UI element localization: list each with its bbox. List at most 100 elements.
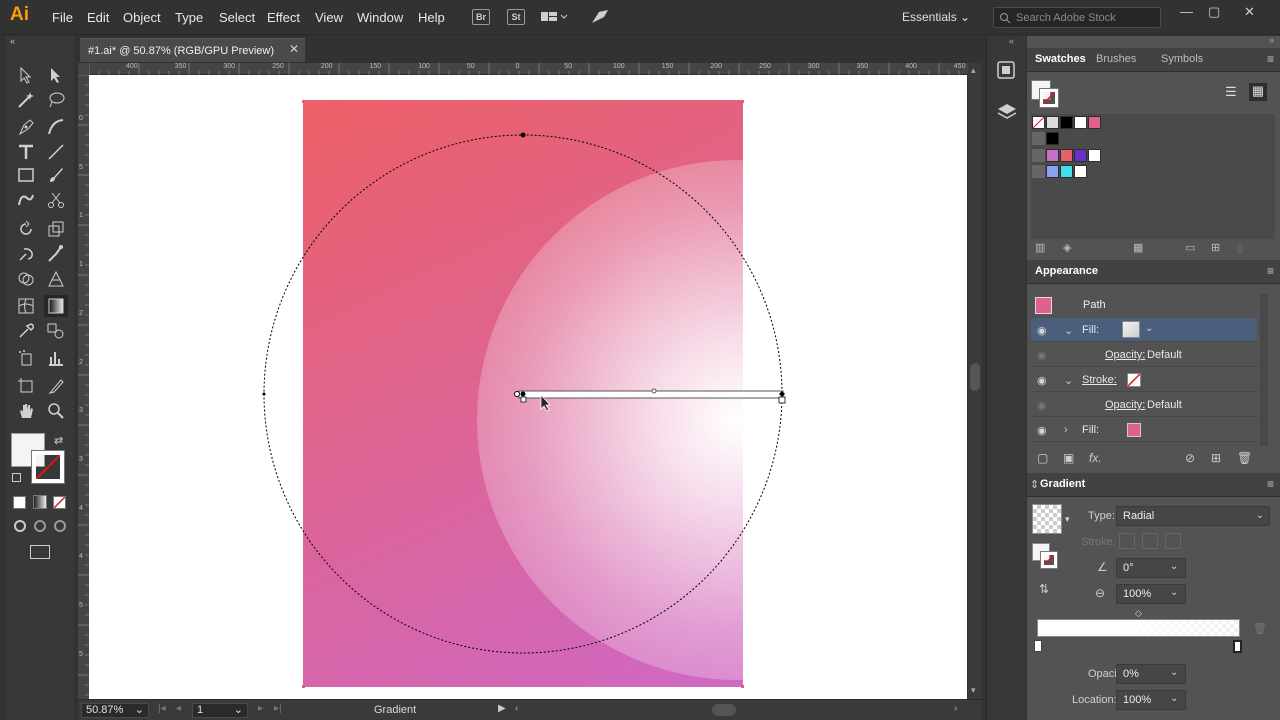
magic-wand-tool-icon[interactable] — [14, 89, 38, 111]
swatch-folder-icon[interactable] — [1032, 165, 1045, 178]
mesh-tool-icon[interactable] — [14, 295, 38, 317]
search-adobe-stock-input[interactable]: Search Adobe Stock — [993, 7, 1161, 28]
reverse-gradient-icon[interactable]: ⇅ — [1039, 582, 1049, 596]
libraries-icon[interactable] — [995, 58, 1019, 82]
chevron-down-icon[interactable]: ⌄ — [1145, 323, 1153, 334]
visibility-eye-icon[interactable]: ◉ — [1037, 374, 1047, 387]
swatch-periwinkle[interactable] — [1046, 165, 1059, 178]
delete-swatch-icon[interactable]: ▯ — [1237, 241, 1243, 254]
chevron-right-icon[interactable]: › — [1064, 424, 1068, 436]
next-artboard-icon[interactable]: ▸ — [258, 703, 263, 714]
curvature-tool-icon[interactable] — [44, 116, 68, 138]
gradient-annotator[interactable] — [89, 75, 967, 699]
horizontal-scroll-thumb[interactable] — [712, 704, 736, 716]
new-swatch-icon[interactable]: ⊞ — [1211, 241, 1220, 254]
vertical-ruler[interactable]: 0511223344556 — [78, 75, 89, 706]
arrange-documents-icon[interactable] — [540, 9, 568, 25]
menu-window[interactable]: Window — [357, 10, 403, 25]
slice-tool-icon[interactable] — [44, 375, 68, 397]
color-mode-icon[interactable] — [13, 496, 26, 509]
swatch-white-3[interactable] — [1074, 165, 1087, 178]
warp-tool-icon[interactable] — [14, 243, 38, 265]
puppet-warp-tool-icon[interactable] — [44, 243, 68, 265]
status-menu-arrow-icon[interactable]: ▶ — [498, 703, 506, 714]
duplicate-item-icon[interactable]: ⊞ — [1211, 451, 1221, 465]
tab-appearance[interactable]: Appearance — [1035, 265, 1098, 277]
symbol-sprayer-tool-icon[interactable] — [14, 347, 38, 369]
collapse-left-icon[interactable]: « — [10, 36, 15, 46]
chevron-down-icon[interactable]: ⌄ — [1064, 324, 1073, 337]
rectangle-tool-icon[interactable] — [14, 164, 38, 186]
collapse-right-icon[interactable]: « — [1009, 36, 1014, 46]
swatch-folder-icon[interactable] — [1032, 132, 1045, 145]
close-document-icon[interactable]: ✕ — [289, 42, 299, 56]
draw-inside-icon[interactable] — [54, 520, 66, 532]
first-artboard-icon[interactable]: |◂ — [158, 703, 166, 714]
stroke-color-swatch[interactable] — [31, 450, 65, 484]
delete-item-icon[interactable]: 🗑 — [1237, 451, 1252, 465]
vertical-scrollbar[interactable]: ▴ ▾ — [968, 63, 982, 699]
clear-appearance-icon[interactable]: ⊘ — [1185, 451, 1195, 465]
minimize-button[interactable]: — — [1180, 4, 1193, 19]
screen-mode-icon[interactable] — [30, 545, 50, 559]
opacity-label[interactable]: Opacity: — [1105, 349, 1145, 361]
gradient-preview-swatch[interactable] — [1032, 504, 1062, 534]
swatch-black[interactable] — [1060, 116, 1073, 129]
swatch-purple[interactable] — [1074, 149, 1087, 162]
scroll-up-icon[interactable]: ▴ — [971, 65, 976, 76]
gradient-mode-icon[interactable] — [33, 495, 47, 509]
fill-color-chip[interactable] — [1127, 423, 1141, 437]
scroll-right-icon[interactable]: › — [954, 703, 957, 714]
draw-behind-icon[interactable] — [34, 520, 46, 532]
tab-swatches[interactable]: Swatches — [1035, 53, 1086, 65]
menu-effect[interactable]: Effect — [267, 10, 300, 25]
gradient-stop-right[interactable] — [1233, 640, 1242, 653]
appearance-scrollbar[interactable] — [1260, 294, 1268, 446]
scale-tool-icon[interactable] — [44, 218, 68, 240]
chevron-down-icon[interactable]: ⌄ — [1170, 667, 1178, 678]
gradient-ramp[interactable] — [1037, 619, 1240, 637]
rotate-tool-icon[interactable] — [14, 218, 38, 240]
gradient-midpoint-diamond[interactable]: ◇ — [1135, 608, 1142, 619]
appearance-fill-row-2[interactable]: ◉ › Fill: — [1031, 418, 1257, 442]
shape-builder-tool-icon[interactable] — [14, 268, 38, 290]
stroke-along-icon[interactable] — [1142, 533, 1158, 549]
lasso-tool-icon[interactable] — [44, 89, 68, 111]
menu-object[interactable]: Object — [123, 10, 161, 25]
perspective-grid-tool-icon[interactable] — [44, 268, 68, 290]
previous-artboard-icon[interactable]: ◂ — [176, 703, 181, 714]
scroll-left-icon[interactable]: ‹ — [515, 703, 518, 714]
gradient-menu-icon[interactable]: ≡ — [1267, 477, 1274, 491]
menu-select[interactable]: Select — [219, 10, 255, 25]
delete-stop-icon[interactable]: 🗑 — [1253, 622, 1267, 635]
bridge-button[interactable]: Br — [472, 9, 490, 25]
last-artboard-icon[interactable]: ▸| — [274, 703, 282, 714]
add-effect-icon[interactable]: fx. — [1089, 451, 1102, 465]
gradient-stop-left[interactable] — [1034, 640, 1042, 652]
paintbrush-tool-icon[interactable] — [44, 164, 68, 186]
selection-tool-icon[interactable] — [14, 64, 38, 86]
blend-tool-icon[interactable] — [44, 320, 68, 342]
swatch-registration[interactable] — [1046, 116, 1059, 129]
artboard-number-field[interactable]: 1 ⌄ — [192, 703, 248, 718]
gradient-tool-icon[interactable] — [44, 295, 68, 317]
appearance-opacity-row[interactable]: ◉ Opacity: Default — [1031, 393, 1257, 417]
menu-help[interactable]: Help — [418, 10, 445, 25]
visibility-eye-icon[interactable]: ◉ — [1037, 399, 1047, 412]
close-window-button[interactable]: ✕ — [1244, 4, 1255, 20]
swap-fill-stroke-icon[interactable]: ⇄ — [54, 434, 63, 447]
maximize-button[interactable]: ▢ — [1208, 4, 1220, 20]
appearance-fill-row[interactable]: ◉ ⌄ Fill: ⌄ — [1031, 318, 1257, 342]
column-graph-tool-icon[interactable] — [44, 347, 68, 369]
swatch-options-icon[interactable]: ▦ — [1133, 241, 1143, 254]
shaper-tool-icon[interactable] — [14, 189, 38, 211]
ruler-origin[interactable] — [78, 63, 89, 75]
eyedropper-tool-icon[interactable] — [14, 320, 38, 342]
swatch-coral[interactable] — [1060, 149, 1073, 162]
opacity-label[interactable]: Opacity: — [1105, 399, 1145, 411]
direct-selection-tool-icon[interactable] — [44, 64, 68, 86]
swatch-lilac[interactable] — [1046, 149, 1059, 162]
stroke-none-swatch[interactable] — [1127, 373, 1141, 387]
tab-gradient[interactable]: Gradient — [1040, 478, 1085, 490]
swatch-folder-icon[interactable] — [1032, 149, 1045, 162]
